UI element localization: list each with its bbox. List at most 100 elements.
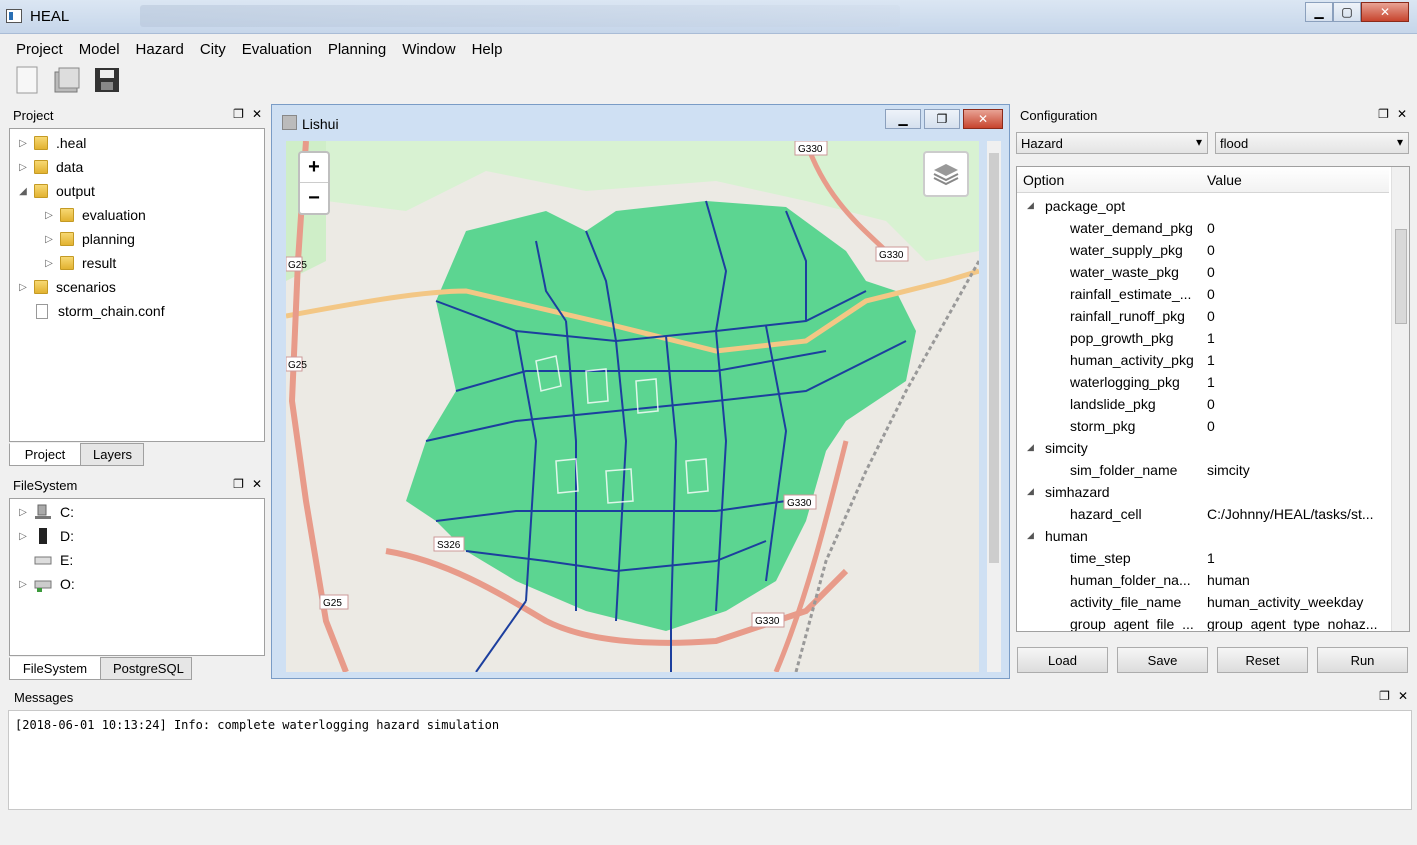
float-icon[interactable]: ❐	[233, 107, 244, 121]
road-label: G330	[755, 616, 780, 627]
messages-log[interactable]: [2018-06-01 10:13:24] Info: complete wat…	[8, 710, 1412, 810]
network-drive-icon	[35, 504, 51, 519]
close-button[interactable]: ✕	[1361, 2, 1409, 22]
scrollbar-thumb[interactable]	[1395, 229, 1407, 324]
drive-o[interactable]: ▷ O:	[16, 572, 75, 596]
zoom-out-button[interactable]: −	[300, 183, 328, 213]
config-row[interactable]: human_activity_pkg 1	[1017, 350, 1389, 372]
menu-bar: Project Model Hazard City Evaluation Pla…	[8, 38, 510, 62]
run-button[interactable]: Run	[1317, 647, 1408, 673]
config-row[interactable]: water_supply_pkg 0	[1017, 240, 1389, 262]
hazard-select[interactable]: flood	[1215, 132, 1409, 154]
expand-icon[interactable]: ▷	[16, 507, 30, 518]
config-group-row[interactable]: ◢ human	[1017, 526, 1389, 548]
float-icon[interactable]: ❐	[1378, 107, 1389, 121]
collapse-icon[interactable]: ◢	[1027, 442, 1034, 453]
tree-item-storm-chain-conf[interactable]: storm_chain.conf	[16, 299, 165, 323]
collapse-icon[interactable]: ◢	[1027, 486, 1034, 497]
config-row[interactable]: landslide_pkg 0	[1017, 394, 1389, 416]
column-value[interactable]: Value	[1207, 172, 1242, 188]
tree-item-output[interactable]: ◢ output	[16, 179, 95, 203]
tab-filesystem[interactable]: FileSystem	[9, 657, 101, 680]
reset-button[interactable]: Reset	[1217, 647, 1308, 673]
save-button[interactable]: Save	[1117, 647, 1208, 673]
expand-icon[interactable]: ▷	[42, 234, 56, 245]
tab-layers[interactable]: Layers	[80, 443, 144, 466]
config-row[interactable]: hazard_cell C:/Johnny/HEAL/tasks/st...	[1017, 504, 1389, 526]
drive-c[interactable]: ▷ C:	[16, 500, 74, 524]
zoom-control: + −	[298, 151, 330, 215]
close-icon[interactable]: ✕	[1398, 689, 1408, 703]
menu-window[interactable]: Window	[394, 38, 463, 62]
config-row[interactable]: water_waste_pkg 0	[1017, 262, 1389, 284]
expand-icon[interactable]: ▷	[16, 138, 30, 149]
map-canvas[interactable]: G330 G330 G25 G25 G25 S326 G330 G330 + −	[286, 141, 979, 672]
drive-d[interactable]: ▷ D:	[16, 524, 74, 548]
model-type-select[interactable]: Hazard	[1016, 132, 1208, 154]
tree-item-data[interactable]: ▷ data	[16, 155, 83, 179]
config-group-row[interactable]: ◢ simhazard	[1017, 482, 1389, 504]
tree-item-evaluation[interactable]: ▷ evaluation	[42, 203, 146, 227]
project-panel-title: Project	[13, 108, 54, 123]
expand-icon[interactable]: ▷	[42, 258, 56, 269]
tab-postgresql[interactable]: PostgreSQL	[100, 657, 192, 680]
table-header: Option Value	[1017, 167, 1389, 193]
tree-item-heal[interactable]: ▷ .heal	[16, 131, 86, 155]
config-row[interactable]: rainfall_estimate_... 0	[1017, 284, 1389, 306]
map-scrollbar[interactable]	[987, 141, 1001, 672]
expand-icon[interactable]: ▷	[42, 210, 56, 221]
menu-evaluation[interactable]: Evaluation	[234, 38, 320, 62]
expand-icon[interactable]: ▷	[16, 579, 30, 590]
collapse-icon[interactable]: ◢	[1027, 530, 1034, 541]
config-row[interactable]: pop_growth_pkg 1	[1017, 328, 1389, 350]
config-row[interactable]: human_folder_na... human	[1017, 570, 1389, 592]
minimize-button[interactable]: ▁	[1305, 2, 1333, 22]
expand-icon[interactable]: ▷	[16, 531, 30, 542]
road-label: S326	[437, 540, 461, 551]
collapse-icon[interactable]: ◢	[16, 186, 30, 197]
menu-project[interactable]: Project	[8, 38, 71, 62]
config-row[interactable]: time_step 1	[1017, 548, 1389, 570]
tab-project[interactable]: Project	[9, 443, 81, 466]
tree-item-scenarios[interactable]: ▷ scenarios	[16, 275, 116, 299]
drive-e[interactable]: E:	[16, 548, 73, 572]
zoom-in-button[interactable]: +	[300, 153, 328, 183]
config-row[interactable]: activity_file_name human_activity_weekday	[1017, 592, 1389, 614]
collapse-icon[interactable]: ◢	[1027, 200, 1034, 211]
config-row[interactable]: waterlogging_pkg 1	[1017, 372, 1389, 394]
config-group-row[interactable]: ◢ package_opt	[1017, 196, 1389, 218]
save-icon[interactable]	[92, 64, 122, 96]
close-icon[interactable]: ✕	[252, 107, 262, 121]
column-option[interactable]: Option	[1023, 172, 1064, 188]
config-row[interactable]: group_agent_file_... group_agent_type_noh…	[1017, 614, 1389, 631]
menu-model[interactable]: Model	[71, 38, 128, 62]
new-file-icon[interactable]	[12, 64, 42, 96]
menu-city[interactable]: City	[192, 38, 234, 62]
config-group-row[interactable]: ◢ simcity	[1017, 438, 1389, 460]
config-row[interactable]: rainfall_runoff_pkg 0	[1017, 306, 1389, 328]
config-row[interactable]: sim_folder_name simcity	[1017, 460, 1389, 482]
map-restore-button[interactable]: ❐	[924, 109, 960, 129]
map-close-button[interactable]: ✕	[963, 109, 1003, 129]
open-folder-icon[interactable]	[52, 64, 82, 96]
config-row[interactable]: water_demand_pkg 0	[1017, 218, 1389, 240]
close-icon[interactable]: ✕	[252, 477, 262, 491]
tree-item-planning[interactable]: ▷ planning	[42, 227, 135, 251]
menu-help[interactable]: Help	[464, 38, 511, 62]
layers-button[interactable]	[923, 151, 969, 197]
config-row[interactable]: storm_pkg 0	[1017, 416, 1389, 438]
float-icon[interactable]: ❐	[1379, 689, 1390, 703]
load-button[interactable]: Load	[1017, 647, 1108, 673]
expand-icon[interactable]: ▷	[16, 282, 30, 293]
float-icon[interactable]: ❐	[233, 477, 244, 491]
close-icon[interactable]: ✕	[1397, 107, 1407, 121]
tree-item-result[interactable]: ▷ result	[42, 251, 116, 275]
scrollbar-thumb[interactable]	[989, 153, 999, 563]
map-minimize-button[interactable]: ▁	[885, 109, 921, 129]
menu-planning[interactable]: Planning	[320, 38, 394, 62]
flood-map[interactable]: G330 G330 G25 G25 G25 S326 G330 G330	[286, 141, 979, 672]
expand-icon[interactable]: ▷	[16, 162, 30, 173]
maximize-button[interactable]: ▢	[1333, 2, 1361, 22]
config-scrollbar[interactable]	[1391, 167, 1409, 631]
menu-hazard[interactable]: Hazard	[128, 38, 192, 62]
